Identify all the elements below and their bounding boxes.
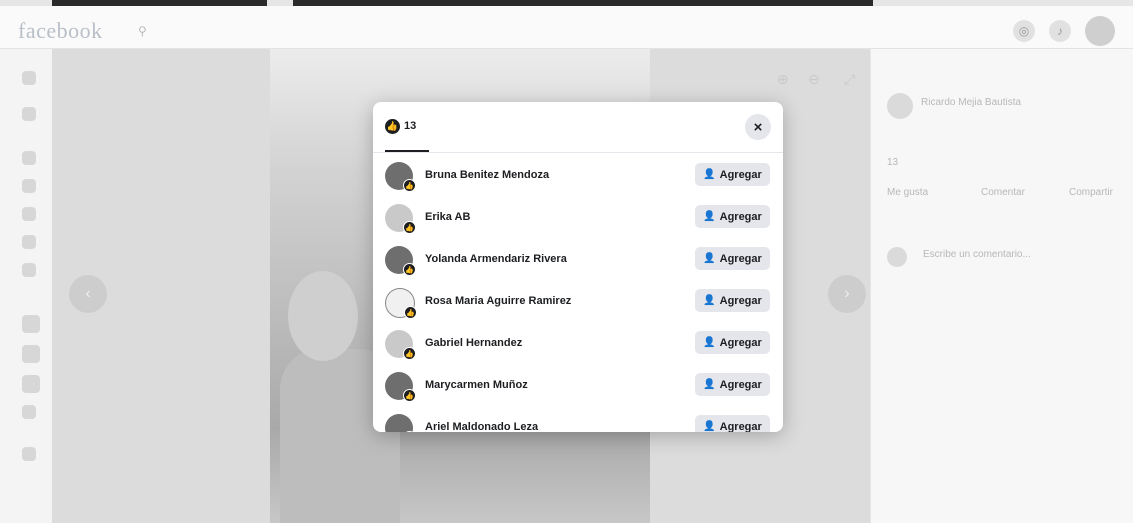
- add-friend-button[interactable]: 👤 Agregar: [695, 331, 770, 354]
- add-friend-button[interactable]: 👤 Agregar: [695, 163, 770, 186]
- search-icon[interactable]: ⚲: [138, 24, 147, 38]
- post-details-panel: Ricardo Mejia Bautista 13 Me gusta Comen…: [870, 49, 1133, 523]
- reactions-dialog: 👍 13 × 👍 Bruna Benitez Mendoza 👤 Agregar …: [373, 102, 783, 432]
- list-item: 👍 Marycarmen Muñoz 👤 Agregar: [373, 368, 783, 410]
- person-name[interactable]: Ariel Maldonado Leza: [425, 421, 538, 432]
- settings-icon[interactable]: [22, 447, 36, 461]
- marketplace-icon[interactable]: [22, 207, 36, 221]
- author-name[interactable]: Ricardo Mejia Bautista: [921, 97, 1021, 108]
- add-friend-icon: 👤: [703, 295, 716, 306]
- person-name[interactable]: Yolanda Armendariz Rivera: [425, 253, 567, 265]
- add-friend-icon: 👤: [703, 421, 716, 432]
- more-icon[interactable]: [22, 405, 36, 419]
- like-reaction-icon: 👍: [404, 306, 417, 319]
- add-friend-button[interactable]: 👤 Agregar: [695, 247, 770, 270]
- add-friend-button[interactable]: 👤 Agregar: [695, 205, 770, 228]
- share-button[interactable]: Compartir: [1069, 187, 1113, 198]
- like-reaction-icon: 👍: [403, 389, 416, 402]
- author-avatar[interactable]: [887, 93, 913, 119]
- person-name[interactable]: Marycarmen Muñoz: [425, 379, 528, 391]
- reaction-count[interactable]: 13: [887, 157, 898, 168]
- add-friend-label: Agregar: [719, 420, 762, 433]
- list-item: 👍 Gabriel Hernandez 👤 Agregar: [373, 326, 783, 368]
- tab-all-reactions[interactable]: 👍 13: [385, 102, 429, 152]
- groups-icon[interactable]: [22, 179, 36, 193]
- add-friend-icon: 👤: [703, 211, 716, 222]
- reactions-dialog-header: 👍 13 ×: [373, 102, 783, 153]
- add-friend-icon: 👤: [703, 253, 716, 264]
- top-right-icons: ◎ ♪: [1013, 16, 1115, 46]
- list-item: 👍 Erika AB 👤 Agregar: [373, 200, 783, 242]
- add-friend-label: Agregar: [719, 168, 762, 181]
- add-friend-icon: 👤: [703, 379, 716, 390]
- friends-icon[interactable]: [22, 151, 36, 165]
- top-navigation-bar: facebook ⚲ ◎ ♪: [0, 6, 1133, 49]
- add-friend-button[interactable]: 👤 Agregar: [695, 373, 770, 396]
- avatar[interactable]: 👍: [385, 330, 416, 360]
- notifications-icon[interactable]: ♪: [1049, 20, 1071, 42]
- commenter-avatar: [887, 247, 907, 267]
- reactions-list: 👍 Bruna Benitez Mendoza 👤 Agregar 👍 Erika…: [373, 158, 783, 432]
- watch-icon[interactable]: [22, 235, 36, 249]
- left-sidebar: [0, 49, 52, 523]
- like-reaction-icon: 👍: [385, 118, 400, 134]
- shortcut-icon[interactable]: [22, 345, 40, 363]
- avatar[interactable]: 👍: [385, 372, 416, 402]
- add-friend-icon: 👤: [703, 337, 716, 348]
- reaction-count: 13: [404, 120, 417, 132]
- profile-avatar[interactable]: [1085, 16, 1115, 46]
- avatar[interactable]: 👍: [385, 204, 416, 234]
- zoom-in-icon[interactable]: ⊕: [777, 71, 789, 88]
- person-name[interactable]: Erika AB: [425, 211, 470, 223]
- like-reaction-icon: 👍: [403, 431, 416, 432]
- like-reaction-icon: 👍: [403, 347, 416, 360]
- person-name[interactable]: Gabriel Hernandez: [425, 337, 522, 349]
- shortcut-icon[interactable]: [22, 375, 40, 393]
- comment-button[interactable]: Comentar: [981, 187, 1025, 198]
- add-friend-label: Agregar: [719, 210, 762, 223]
- previous-photo-button[interactable]: ‹: [69, 275, 107, 313]
- photo-face: [288, 271, 358, 361]
- comment-input[interactable]: Escribe un comentario...: [923, 249, 1031, 260]
- add-friend-label: Agregar: [719, 294, 762, 307]
- facebook-logo[interactable]: facebook: [18, 18, 103, 44]
- add-friend-button[interactable]: 👤 Agregar: [695, 289, 770, 312]
- home-icon[interactable]: [22, 71, 36, 85]
- profile-icon[interactable]: [22, 107, 36, 121]
- add-friend-label: Agregar: [719, 252, 762, 265]
- avatar[interactable]: 👍: [385, 414, 416, 432]
- next-photo-button[interactable]: ›: [828, 275, 866, 313]
- avatar[interactable]: 👍: [385, 288, 417, 319]
- zoom-out-icon[interactable]: ⊖: [808, 71, 820, 88]
- menu-icon[interactable]: [22, 263, 36, 277]
- add-friend-label: Agregar: [719, 336, 762, 349]
- avatar[interactable]: 👍: [385, 246, 416, 276]
- list-item: 👍 Rosa Maria Aguirre Ramirez 👤 Agregar: [373, 284, 783, 326]
- person-name[interactable]: Bruna Benitez Mendoza: [425, 169, 549, 181]
- shortcut-icon[interactable]: [22, 315, 40, 333]
- close-button[interactable]: ×: [745, 114, 771, 140]
- person-name[interactable]: Rosa Maria Aguirre Ramirez: [425, 295, 571, 307]
- like-reaction-icon: 👍: [403, 221, 416, 234]
- add-friend-label: Agregar: [719, 378, 762, 391]
- add-friend-button[interactable]: 👤 Agregar: [695, 415, 770, 432]
- list-item: 👍 Bruna Benitez Mendoza 👤 Agregar: [373, 158, 783, 200]
- like-reaction-icon: 👍: [403, 179, 416, 192]
- like-reaction-icon: 👍: [403, 263, 416, 276]
- like-button[interactable]: Me gusta: [887, 187, 928, 198]
- list-item: 👍 Ariel Maldonado Leza 👤Agregar: [373, 410, 783, 432]
- avatar[interactable]: 👍: [385, 162, 416, 192]
- fullscreen-icon[interactable]: ⤢: [844, 71, 855, 88]
- add-friend-icon: 👤: [703, 169, 716, 180]
- messenger-icon[interactable]: ◎: [1013, 20, 1035, 42]
- list-item: 👍 Yolanda Armendariz Rivera 👤 Agregar: [373, 242, 783, 284]
